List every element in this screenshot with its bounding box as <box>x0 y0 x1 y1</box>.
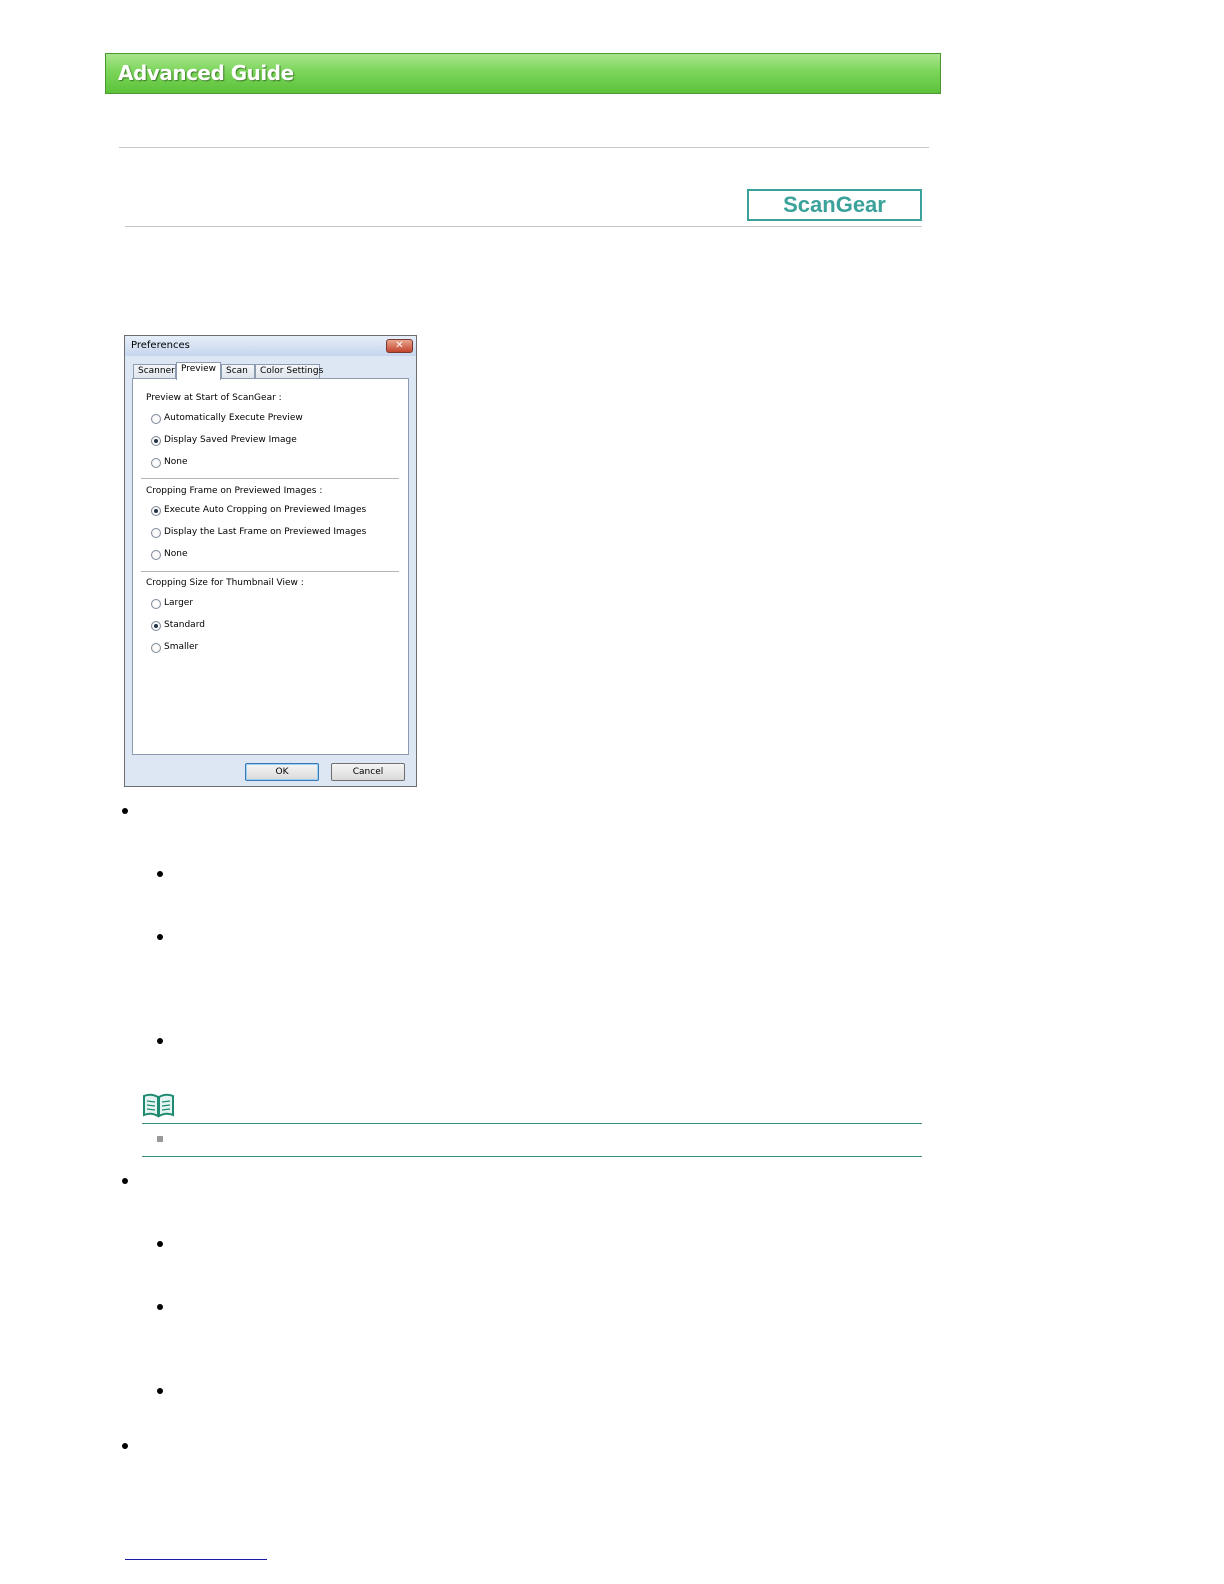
radio-button[interactable] <box>151 528 161 538</box>
preview-tab-panel: Preview at Start of ScanGear : Automatic… <box>132 378 409 755</box>
list-bullet <box>122 1443 128 1449</box>
group-title-thumbnail-size: Cropping Size for Thumbnail View : <box>146 578 304 588</box>
list-bullet <box>122 1178 128 1184</box>
sub-list-bullet <box>157 1304 163 1310</box>
list-bullet <box>122 808 128 814</box>
dialog-titlebar: Preferences ✕ <box>125 336 416 356</box>
title-divider <box>125 226 922 227</box>
sub-list-bullet <box>157 934 163 940</box>
close-button[interactable]: ✕ <box>386 339 413 353</box>
dialog-title: Preferences <box>131 340 190 351</box>
tab-preview[interactable]: Preview <box>176 362 221 380</box>
radio-button[interactable] <box>151 550 161 560</box>
radio-button-selected[interactable] <box>151 621 161 631</box>
radio-button-selected[interactable] <box>151 436 161 446</box>
group-separator <box>141 571 399 573</box>
radio-button-selected[interactable] <box>151 506 161 516</box>
note-item-marker <box>157 1136 163 1142</box>
tab-color-settings[interactable]: Color Settings <box>255 364 323 379</box>
tab-scanner[interactable]: Scanner <box>133 364 176 379</box>
ok-button[interactable]: OK <box>245 763 319 781</box>
group-title-preview-start: Preview at Start of ScanGear : <box>146 393 282 403</box>
note-book-icon <box>143 1093 174 1118</box>
radio-button[interactable] <box>151 414 161 424</box>
scangear-badge: ScanGear <box>747 189 922 221</box>
sub-list-bullet <box>157 1241 163 1247</box>
sub-list-bullet <box>157 1038 163 1044</box>
sub-list-bullet <box>157 871 163 877</box>
group-separator <box>141 478 399 480</box>
note-rule-bottom <box>142 1156 922 1157</box>
page-top-link-underline[interactable] <box>125 1559 267 1560</box>
sub-list-bullet <box>157 1388 163 1394</box>
advanced-guide-banner: Advanced Guide <box>105 53 941 94</box>
radio-button[interactable] <box>151 599 161 609</box>
tab-scan[interactable]: Scan <box>221 364 255 379</box>
cancel-button[interactable]: Cancel <box>331 763 405 781</box>
header-divider <box>119 147 929 148</box>
note-rule-top <box>142 1123 922 1124</box>
radio-button[interactable] <box>151 643 161 653</box>
banner-title: Advanced Guide <box>118 61 294 85</box>
group-title-cropping-frame: Cropping Frame on Previewed Images : <box>146 486 323 496</box>
radio-button[interactable] <box>151 458 161 468</box>
preferences-dialog: Preferences ✕ Scanner Preview Scan Color… <box>124 335 417 787</box>
